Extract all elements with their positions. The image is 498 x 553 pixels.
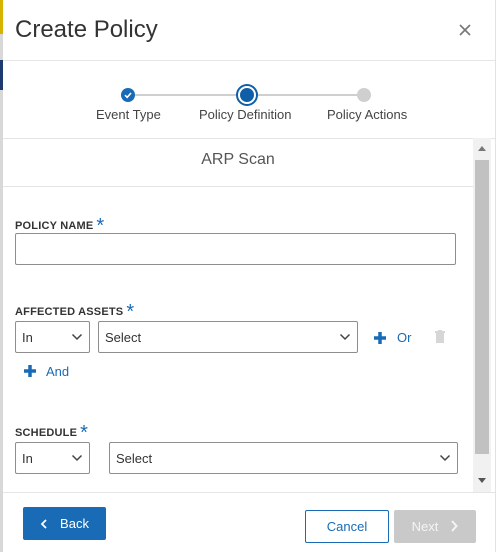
stepper-connector	[256, 94, 357, 96]
chevron-down-icon	[439, 454, 451, 462]
affected-assets-select[interactable]: Select	[98, 321, 358, 353]
add-or-condition-link[interactable]: Or	[397, 330, 411, 345]
selected-value: In	[22, 451, 33, 466]
modal-header: Create Policy	[3, 0, 495, 61]
policy-name-label: POLICY NAME *	[15, 212, 104, 237]
policy-name-input[interactable]	[15, 233, 456, 265]
form-scroll-area: ARP Scan POLICY NAME * AFFECTED ASSETS * I…	[3, 138, 473, 492]
modal-footer: Back Cancel Next	[3, 492, 495, 553]
back-button-label: Back	[60, 516, 89, 531]
affected-assets-label-text: AFFECTED ASSETS	[15, 306, 124, 318]
close-icon	[459, 24, 471, 36]
schedule-select[interactable]: Select	[109, 442, 458, 474]
affected-assets-operator-select[interactable]: In	[15, 321, 90, 353]
selected-value: Select	[116, 451, 153, 466]
policy-name-label-text: POLICY NAME	[15, 220, 94, 232]
step-label-policy-definition: Policy Definition	[199, 107, 292, 122]
add-and-condition-link[interactable]: And	[46, 364, 69, 379]
selected-value: In	[22, 330, 33, 345]
section-title: ARP Scan	[3, 138, 473, 187]
affected-assets-label: AFFECTED ASSETS *	[15, 298, 135, 323]
chevron-left-icon	[40, 519, 47, 529]
wizard-stepper: Event Type Policy Definition Policy Acti…	[3, 60, 495, 139]
next-button[interactable]: Next	[394, 510, 476, 543]
chevron-down-icon	[71, 333, 83, 341]
step-label-policy-actions: Policy Actions	[327, 107, 408, 122]
scroll-up-arrow-icon[interactable]	[478, 146, 486, 151]
schedule-label-text: SCHEDULE	[15, 427, 78, 439]
add-and-plus-icon[interactable]	[23, 364, 37, 378]
next-button-label: Next	[411, 519, 439, 534]
scroll-down-arrow-icon[interactable]	[478, 478, 486, 483]
schedule-label: SCHEDULE *	[15, 419, 89, 444]
step-label-event-type: Event Type	[96, 107, 161, 122]
step-pending-dot	[357, 88, 371, 102]
scrollbar-thumb[interactable]	[475, 160, 489, 454]
add-or-plus-icon[interactable]	[373, 331, 387, 345]
checkmark-icon	[124, 92, 132, 99]
step-active-dot	[238, 86, 256, 104]
cancel-button[interactable]: Cancel	[305, 510, 389, 543]
close-button[interactable]	[453, 18, 477, 42]
back-button[interactable]: Back	[23, 507, 106, 540]
trash-icon[interactable]	[434, 330, 446, 344]
create-policy-modal: Create Policy Event Type Policy Definiti…	[3, 0, 496, 552]
required-asterisk: *	[80, 422, 89, 444]
required-asterisk: *	[126, 301, 135, 323]
stepper-connector	[135, 94, 238, 96]
modal-title: Create Policy	[15, 16, 158, 43]
step-completed-dot	[121, 88, 135, 102]
schedule-operator-select[interactable]: In	[15, 442, 90, 474]
chevron-right-icon	[451, 520, 459, 532]
vertical-scrollbar[interactable]	[473, 138, 491, 492]
chevron-down-icon	[339, 333, 351, 341]
chevron-down-icon	[71, 454, 83, 462]
selected-value: Select	[105, 330, 142, 345]
